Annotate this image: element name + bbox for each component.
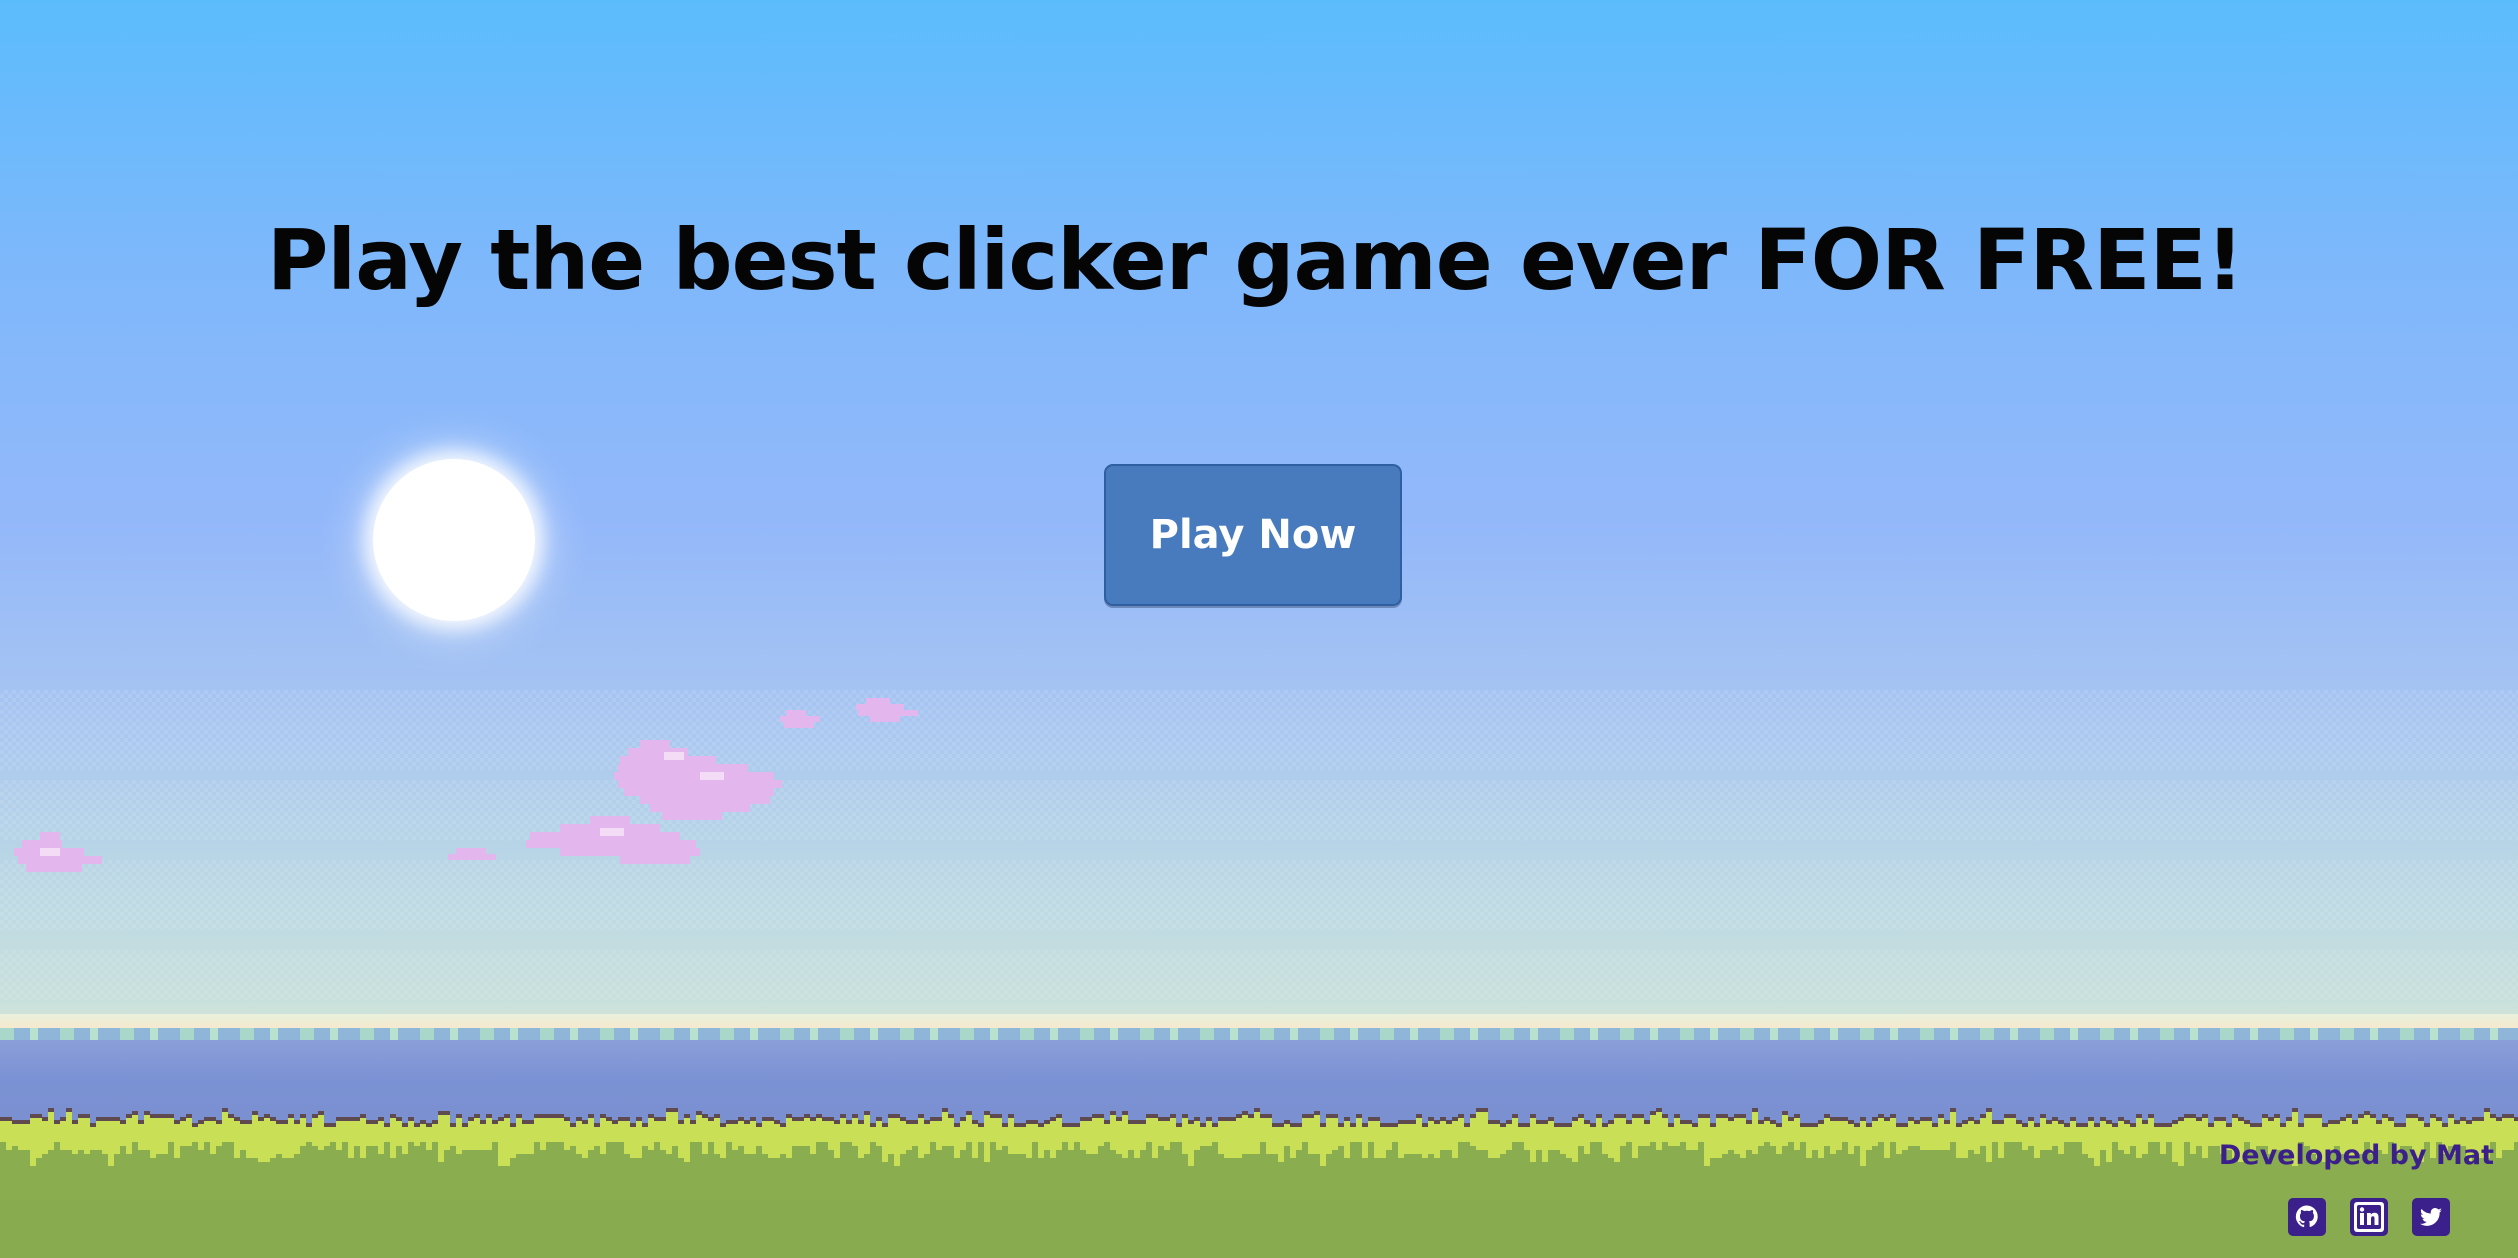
horizon-line xyxy=(0,1014,2518,1028)
twitter-link[interactable] xyxy=(2412,1198,2450,1236)
github-icon xyxy=(2288,1198,2326,1236)
twitter-icon xyxy=(2412,1198,2450,1236)
page-headline: Play the best clicker game ever FOR FREE… xyxy=(266,211,2244,309)
sea-foam xyxy=(0,1028,2518,1040)
social-links xyxy=(2288,1198,2450,1236)
github-link[interactable] xyxy=(2288,1198,2326,1236)
sky-dither-band xyxy=(0,950,2518,1000)
pixel-clouds-decoration xyxy=(14,698,918,872)
game-landing-scene: Play the best clicker game ever FOR FREE… xyxy=(0,0,2518,1258)
sun-decoration xyxy=(373,459,535,621)
pixel-grass-decoration xyxy=(0,1108,2518,1258)
play-now-button[interactable]: Play Now xyxy=(1104,464,1402,606)
linkedin-icon xyxy=(2350,1198,2388,1236)
developer-credit: Developed by Mat xyxy=(2218,1140,2494,1171)
linkedin-link[interactable] xyxy=(2350,1198,2388,1236)
